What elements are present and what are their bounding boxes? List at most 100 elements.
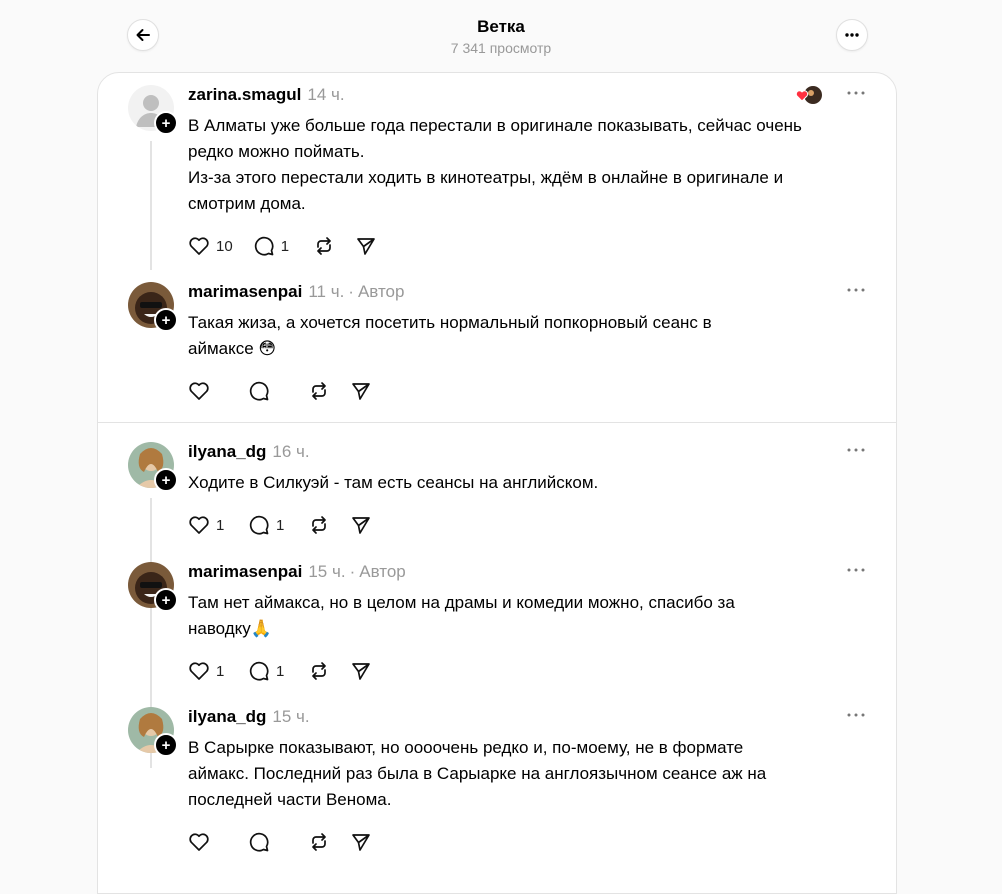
- follow-button[interactable]: +: [154, 308, 178, 332]
- post-actions: [188, 831, 392, 853]
- comment-icon: [249, 661, 269, 681]
- thread-divider: [98, 422, 896, 423]
- username[interactable]: marimasenpai: [188, 562, 302, 581]
- follow-button[interactable]: +: [154, 111, 178, 135]
- send-icon: [352, 834, 370, 851]
- post-options-button[interactable]: [844, 280, 868, 300]
- post-text: Там нет аймакса, но в целом на драмы и к…: [188, 593, 735, 638]
- thread-header: Ветка 7 341 просмотр: [0, 0, 1002, 72]
- avatar[interactable]: +: [128, 282, 178, 332]
- repost-button[interactable]: [308, 514, 330, 536]
- repost-button[interactable]: [308, 380, 330, 402]
- post-actions: [188, 380, 392, 402]
- post-text: Такая жиза, а хочется посетить нормальны…: [188, 313, 712, 358]
- send-icon: [356, 238, 375, 255]
- more-horizontal-icon: [847, 288, 865, 292]
- post-actions: 1 1: [188, 514, 392, 536]
- repost-button[interactable]: [308, 831, 330, 853]
- avatar[interactable]: +: [128, 707, 178, 757]
- follow-button[interactable]: +: [154, 468, 178, 492]
- like-button[interactable]: [188, 831, 228, 853]
- repost-icon: [312, 382, 326, 400]
- plus-icon: +: [161, 736, 171, 754]
- username[interactable]: ilyana_dg: [188, 442, 266, 461]
- reply-count: 1: [280, 237, 290, 255]
- like-count: 10: [216, 237, 233, 255]
- thread-options-button[interactable]: [836, 19, 868, 51]
- plus-icon: +: [161, 591, 171, 609]
- comment-icon: [254, 236, 274, 256]
- share-button[interactable]: [355, 235, 377, 257]
- like-button[interactable]: [188, 380, 228, 402]
- follow-button[interactable]: +: [154, 733, 178, 757]
- reply-button[interactable]: [248, 380, 288, 402]
- avatar[interactable]: +: [128, 85, 178, 135]
- post-options-button[interactable]: [844, 440, 868, 460]
- share-button[interactable]: [350, 831, 372, 853]
- reply-button[interactable]: [248, 831, 288, 853]
- like-button[interactable]: 10: [188, 235, 233, 257]
- share-button[interactable]: [350, 514, 372, 536]
- thread-line: [150, 141, 152, 270]
- post-options-button[interactable]: [844, 560, 868, 580]
- reply-count: 1: [276, 662, 285, 680]
- repost-icon: [316, 237, 331, 255]
- post-meta: marimasenpai 11 ч. · Автор: [188, 282, 405, 301]
- like-count: 1: [216, 516, 225, 534]
- reply-button[interactable]: 1: [253, 235, 293, 257]
- author-badge: Автор: [357, 282, 405, 301]
- post-actions: 1 1: [188, 660, 392, 682]
- thread-card: + zarina.smagul 14 ч. В Алматы уже больше…: [97, 72, 897, 894]
- post-time: 16 ч.: [272, 442, 310, 461]
- username[interactable]: ilyana_dg: [188, 707, 266, 726]
- send-icon: [352, 663, 370, 680]
- post-time: 11 ч.: [308, 282, 345, 301]
- repost-icon: [312, 833, 326, 851]
- heart-icon: [189, 833, 209, 851]
- follow-button[interactable]: +: [154, 588, 178, 612]
- username[interactable]: zarina.smagul: [188, 85, 301, 104]
- send-icon: [352, 517, 370, 534]
- more-horizontal-icon: [847, 448, 865, 452]
- username[interactable]: marimasenpai: [188, 282, 302, 301]
- author-badge: Автор: [359, 562, 406, 581]
- plus-icon: +: [161, 471, 171, 489]
- post-text: Ходите в Силкуэй - там есть сеансы на ан…: [188, 473, 599, 492]
- heart-icon: [189, 516, 209, 534]
- avatar[interactable]: +: [128, 442, 178, 492]
- post-time: 14 ч.: [307, 85, 345, 104]
- avatar[interactable]: +: [128, 562, 178, 612]
- post-options-button[interactable]: [844, 83, 868, 103]
- repost-icon: [312, 662, 326, 680]
- post-meta: zarina.smagul 14 ч.: [188, 85, 345, 105]
- more-horizontal-icon: [847, 713, 865, 717]
- like-count: 1: [216, 662, 225, 680]
- reply-count: 1: [276, 516, 285, 534]
- more-horizontal-icon: [847, 568, 865, 572]
- post-meta: ilyana_dg 15 ч.: [188, 707, 310, 727]
- post-time: 15 ч.: [308, 562, 346, 581]
- more-horizontal-icon: [847, 91, 865, 95]
- like-button[interactable]: 1: [188, 514, 228, 536]
- repost-button[interactable]: [313, 235, 335, 257]
- post-time: 15 ч.: [272, 707, 310, 726]
- plus-icon: +: [161, 114, 171, 132]
- like-button[interactable]: 1: [188, 660, 228, 682]
- reply-button[interactable]: 1: [248, 514, 288, 536]
- share-button[interactable]: [350, 380, 372, 402]
- reply-button[interactable]: 1: [248, 660, 288, 682]
- more-horizontal-icon: [845, 33, 859, 37]
- post-options-button[interactable]: [844, 705, 868, 725]
- heart-icon: [189, 237, 209, 255]
- post-text: В Алматы уже больше года перестали в ори…: [188, 116, 802, 213]
- repost-button[interactable]: [308, 660, 330, 682]
- plus-icon: +: [161, 311, 171, 329]
- comment-icon: [249, 832, 269, 852]
- heart-icon: [189, 382, 209, 400]
- share-button[interactable]: [350, 660, 372, 682]
- post-text: В Сарырке показывают, но оооочень редко …: [188, 738, 767, 809]
- repost-icon: [312, 516, 326, 534]
- heart-icon: [189, 662, 209, 680]
- reaction-avatars[interactable]: [795, 85, 823, 105]
- post-meta: ilyana_dg 16 ч.: [188, 442, 310, 462]
